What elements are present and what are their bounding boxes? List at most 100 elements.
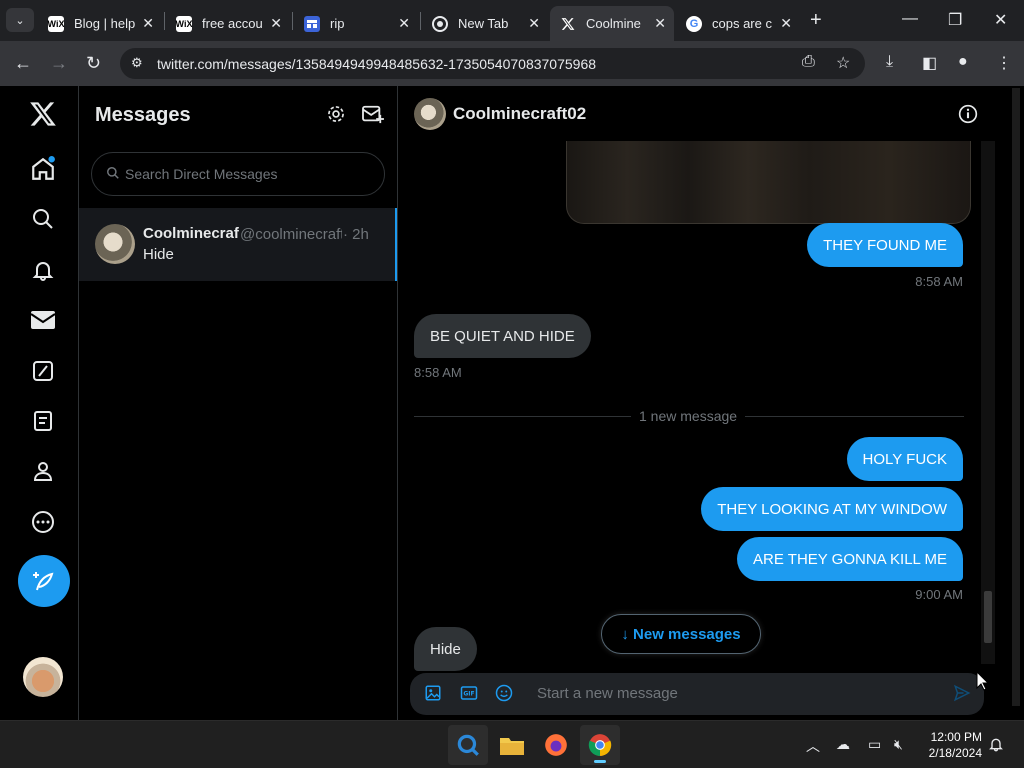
notifications-icon[interactable] <box>27 254 59 286</box>
clock-time: 12:00 PM <box>930 730 982 744</box>
profile-icon[interactable] <box>27 455 59 487</box>
profile-icon[interactable]: ● <box>958 53 968 71</box>
message-bubble-received: BE QUIET AND HIDE <box>414 314 591 358</box>
onedrive-icon[interactable]: ☁ <box>836 736 850 753</box>
close-tab-icon[interactable]: ✕ <box>654 15 666 32</box>
more-icon[interactable] <box>27 506 59 538</box>
browser-tab-strip: ⌄ WiX Blog | help ✕ WiX free accou ✕ rip… <box>0 0 1024 41</box>
search-taskbar-icon[interactable] <box>448 725 488 765</box>
messages-icon[interactable] <box>27 304 59 336</box>
page-scrollbar[interactable] <box>1008 86 1024 720</box>
search-icon <box>106 166 120 185</box>
tab-google-search[interactable]: G cops are c ✕ <box>676 6 800 41</box>
x-logo-icon <box>560 16 576 32</box>
search-input[interactable]: Search Direct Messages <box>91 152 385 196</box>
firefox-icon[interactable] <box>536 725 576 765</box>
search-placeholder: Search Direct Messages <box>125 166 278 182</box>
mouse-cursor-icon <box>976 671 990 691</box>
unread-divider-label: 1 new message <box>631 408 746 424</box>
close-tab-icon[interactable]: ✕ <box>142 15 154 32</box>
address-url: twitter.com/messages/1358494949948485632… <box>157 56 597 72</box>
send-icon[interactable] <box>953 684 971 707</box>
message-bubble-sent: HOLY FUCK <box>846 437 963 481</box>
forward-icon[interactable]: → <box>50 53 68 74</box>
tab-new-tab[interactable]: New Tab ✕ <box>422 6 548 41</box>
grok-icon[interactable] <box>27 355 59 387</box>
compose-post-button[interactable] <box>18 555 70 607</box>
close-tab-icon[interactable]: ✕ <box>528 15 540 32</box>
network-icon[interactable]: ▭ <box>868 736 881 753</box>
message-input[interactable]: Start a new message <box>537 685 678 702</box>
tab-search-button[interactable]: ⌄ <box>6 8 34 32</box>
file-explorer-icon[interactable] <box>492 725 532 765</box>
conversation-name: Coolminecraft02 <box>143 225 239 242</box>
volume-muted-icon[interactable]: 🔇︎ <box>894 736 903 753</box>
explore-icon[interactable] <box>27 203 59 235</box>
system-clock[interactable]: 12:00 PM 2/18/2024 <box>918 729 982 761</box>
address-bar[interactable]: ⚙ twitter.com/messages/13584949499484856… <box>120 48 865 79</box>
conversation-pane: THEY FOUND ME 8:58 AM BE QUIET AND HIDE … <box>398 86 998 720</box>
google-icon: G <box>686 15 702 32</box>
new-message-icon[interactable] <box>362 104 384 129</box>
page-scrollbar-thumb[interactable] <box>1012 88 1020 706</box>
avatar <box>95 224 135 264</box>
side-panel-icon[interactable]: ◧ <box>922 53 937 73</box>
download-icon[interactable]: ⤓ <box>886 53 893 71</box>
account-avatar[interactable] <box>23 657 63 697</box>
tab-free-account[interactable]: WiX free accou ✕ <box>166 6 290 41</box>
tray-overflow-icon[interactable]: ︿ <box>806 736 820 756</box>
message-bubble-received: Hide <box>414 627 477 671</box>
info-icon[interactable] <box>958 104 978 129</box>
settings-gear-icon[interactable] <box>326 104 346 129</box>
minimize-icon[interactable]: — <box>902 10 918 28</box>
back-icon[interactable]: ← <box>14 53 32 74</box>
close-tab-icon[interactable]: ✕ <box>780 15 792 32</box>
conversation-list-item[interactable]: Coolminecraft02 @coolminecraft02 · 2h Hi… <box>79 208 397 281</box>
gif-icon[interactable]: GIF <box>460 684 478 707</box>
media-icon[interactable] <box>424 684 442 707</box>
browser-toolbar: ← → ↻ ⚙ twitter.com/messages/13584949499… <box>0 41 1024 86</box>
wix-favicon-icon: WiX <box>176 15 192 32</box>
message-timestamp: 8:58 AM <box>915 274 963 289</box>
new-tab-button[interactable]: + <box>810 9 822 32</box>
close-window-icon[interactable]: ✕ <box>994 10 1007 30</box>
emoji-icon[interactable] <box>495 684 513 707</box>
conversation-title[interactable]: Coolminecraft02 <box>453 104 586 124</box>
tab-rip[interactable]: rip ✕ <box>294 6 418 41</box>
tab-title: cops are c <box>712 16 772 31</box>
chrome-icon <box>432 15 448 32</box>
site-info-icon[interactable]: ⚙ <box>131 55 143 71</box>
running-indicator <box>594 760 606 763</box>
lists-icon[interactable] <box>27 405 59 437</box>
message-bubble-sent: ARE THEY GONNA KILL ME <box>737 537 963 581</box>
message-composer[interactable]: GIF Start a new message <box>410 673 984 715</box>
avatar[interactable] <box>414 98 446 130</box>
message-timestamp: 9:00 AM <box>915 587 963 602</box>
kebab-menu-icon[interactable]: ⋮ <box>996 53 1012 73</box>
reload-icon[interactable]: ↻ <box>86 53 101 74</box>
os-taskbar: ︿ ☁ ▭ 🔇︎ 12:00 PM 2/18/2024 <box>0 720 1024 768</box>
message-bubble-sent: THEY FOUND ME <box>807 223 963 267</box>
notification-bell-icon[interactable] <box>988 736 1004 755</box>
svg-text:GIF: GIF <box>463 691 474 698</box>
restore-icon[interactable]: ❐ <box>948 10 962 30</box>
install-app-icon[interactable]: ⎙ <box>802 53 815 71</box>
clock-date: 2/18/2024 <box>928 746 982 760</box>
primary-navigation <box>0 86 79 720</box>
close-tab-icon[interactable]: ✕ <box>270 15 282 32</box>
chrome-taskbar-icon[interactable] <box>580 725 620 765</box>
tab-coolminecraft[interactable]: Coolmine ✕ <box>550 6 674 41</box>
x-logo-icon[interactable] <box>27 98 59 130</box>
new-messages-button[interactable]: ↓ New messages <box>601 614 761 654</box>
home-icon[interactable] <box>27 153 59 185</box>
close-tab-icon[interactable]: ✕ <box>398 15 410 32</box>
tab-blog[interactable]: WiX Blog | help ✕ <box>38 6 162 41</box>
tab-title: rip <box>330 16 345 31</box>
scrollbar-thumb[interactable] <box>984 591 992 643</box>
x-app: Messages Search Direct Messages Coolmine… <box>0 86 1024 720</box>
message-timestamp: 8:58 AM <box>414 365 462 380</box>
media-attachment[interactable] <box>566 141 971 224</box>
window-icon <box>304 15 320 32</box>
chat-scrollbar[interactable] <box>981 141 995 664</box>
bookmark-star-icon[interactable]: ☆ <box>836 53 850 73</box>
